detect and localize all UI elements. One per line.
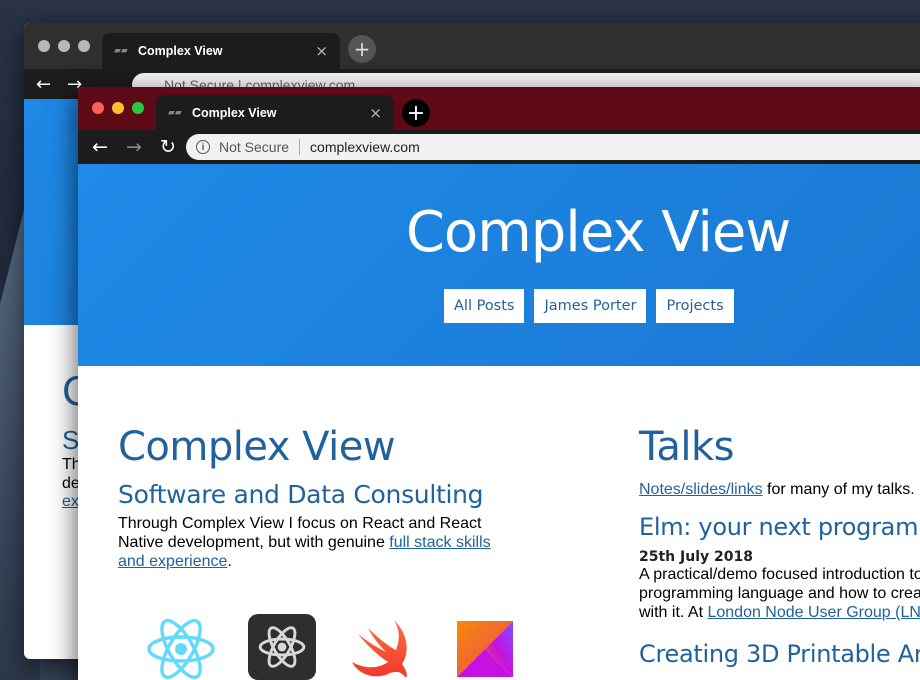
- minimize-light[interactable]: [58, 40, 70, 52]
- tech-logos: [146, 614, 520, 680]
- talk-title[interactable]: Creating 3D Printable Art w: [639, 640, 920, 668]
- zoom-light[interactable]: [132, 102, 144, 114]
- hero-banner: Complex View All Posts James Porter Proj…: [78, 164, 920, 366]
- window-controls: [92, 102, 144, 114]
- talk-desc-text: with it. At: [639, 604, 708, 621]
- talks-intro-text: for many of my talks.: [762, 481, 915, 498]
- nav-all-posts[interactable]: All Posts: [444, 289, 525, 323]
- site-title: Complex View: [405, 200, 791, 265]
- intro-section: Complex View Software and Data Consultin…: [118, 424, 538, 571]
- security-status: Not Secure: [219, 139, 290, 155]
- minimize-light[interactable]: [112, 102, 124, 114]
- talks-intro: Notes/slides/links for many of my talks.: [639, 480, 920, 499]
- divider: [299, 139, 301, 155]
- intro-paragraph: Through Complex View I focus on React an…: [118, 514, 518, 571]
- intro-end: .: [227, 553, 232, 570]
- tab-title: Complex View: [138, 44, 223, 58]
- kotlin-icon: [450, 614, 520, 680]
- browser-tab[interactable]: ▰▰ Complex View ×: [156, 95, 394, 130]
- titlebar[interactable]: ▰▰ Complex View × +: [78, 87, 920, 130]
- talk-desc-line: programming language and how to crea: [639, 585, 920, 602]
- close-light[interactable]: [92, 102, 104, 114]
- tab-close-icon[interactable]: ×: [315, 42, 328, 60]
- talk-title[interactable]: Elm: your next programmi: [639, 513, 920, 541]
- section-title: Complex View: [118, 424, 396, 470]
- talks-title: Talks: [639, 424, 734, 470]
- favicon-icon: ▰▰: [168, 107, 182, 118]
- talks-section: Talks Notes/slides/links for many of my …: [639, 424, 920, 668]
- new-tab-button[interactable]: +: [402, 99, 430, 127]
- section-subtitle: Software and Data Consulting: [118, 480, 484, 509]
- browser-tab[interactable]: ▰▰ Complex View ×: [102, 33, 340, 69]
- react-native-icon: [248, 614, 316, 680]
- talk-notes-link[interactable]: Notes/slides/links: [639, 481, 763, 498]
- nav-projects[interactable]: Projects: [656, 289, 734, 323]
- back-arrow-icon[interactable]: ←: [36, 74, 51, 95]
- react-icon: [146, 614, 216, 680]
- venue-link[interactable]: London Node User Group (LN: [707, 604, 920, 621]
- tab-close-icon[interactable]: ×: [369, 104, 382, 122]
- back-arrow-icon[interactable]: ←: [90, 136, 110, 158]
- window-controls: [38, 40, 90, 52]
- new-tab-button[interactable]: +: [348, 35, 376, 63]
- reload-icon[interactable]: ↻: [158, 136, 178, 158]
- close-light[interactable]: [38, 40, 50, 52]
- talk-desc-line: A practical/demo focused introduction to: [639, 566, 920, 583]
- site-nav: All Posts James Porter Projects: [444, 289, 734, 323]
- forward-arrow-icon[interactable]: →: [124, 136, 144, 158]
- info-icon[interactable]: i: [196, 140, 210, 154]
- titlebar[interactable]: ▰▰ Complex View × +: [24, 23, 920, 69]
- tab-title: Complex View: [192, 105, 277, 120]
- favicon-icon: ▰▰: [114, 46, 128, 56]
- zoom-light[interactable]: [78, 40, 90, 52]
- nav-james-porter[interactable]: James Porter: [534, 289, 647, 323]
- address-bar[interactable]: i Not Secure complexview.com: [186, 134, 920, 160]
- url-text: complexview.com: [310, 139, 420, 155]
- toolbar: ← → ↻ i Not Secure complexview.com: [78, 130, 920, 164]
- talk-desc-line: with it. At London Node User Group (LN: [639, 603, 920, 622]
- talk-date: 25th July 2018: [639, 549, 753, 565]
- swift-icon: [348, 614, 418, 680]
